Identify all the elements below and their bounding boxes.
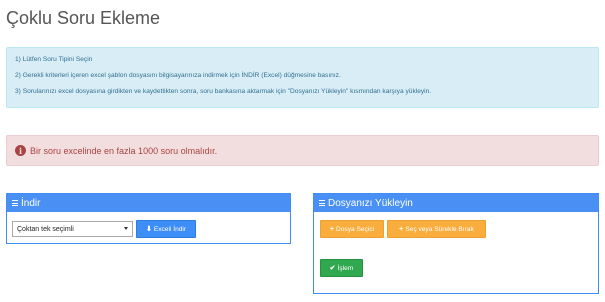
download-excel-label: Exceli İndir [153, 225, 187, 233]
menu-icon [319, 199, 325, 208]
instruction-line-1: 1) Lütfen Soru Tipini Seçin [15, 56, 93, 63]
upload-panel-heading: Dosyanızı Yükleyin [314, 194, 598, 212]
file-chooser-label: Dosya Seçici [335, 225, 375, 233]
plus-icon: + [329, 225, 334, 233]
upload-panel: Dosyanızı Yükleyin + Dosya Seçici + Seç … [313, 193, 599, 294]
instruction-line-3: 3) Sorularınızı excel dosyasına girdikte… [15, 88, 432, 95]
menu-icon [12, 199, 18, 208]
page-title: Çoklu Soru Ekleme [6, 8, 161, 28]
check-icon: ✔ [329, 265, 336, 272]
download-panel: İndir Çoktan tek seçimli ⬇ Exceli İndir [6, 193, 291, 244]
download-icon: ⬇ [145, 226, 152, 233]
drag-drop-label: Seç veya Sürekle Bırak [405, 225, 474, 233]
caret-down-icon [124, 227, 128, 230]
instructions-box: 1) Lütfen Soru Tipini Seçin 2) Gerekli k… [6, 47, 599, 108]
process-label: İşlem [337, 264, 354, 272]
drag-drop-button[interactable]: + Seç veya Sürekle Bırak [387, 220, 486, 238]
download-panel-title: İndir [21, 197, 41, 209]
alert-box: i Bir soru excelinde en fazla 1000 soru … [6, 135, 599, 166]
question-type-value: Çoktan tek seçimli [17, 225, 74, 233]
plus-icon: + [399, 225, 404, 233]
instruction-line-2: 2) Gerekli kriterleri içeren excel şablo… [15, 72, 341, 79]
download-panel-heading: İndir [7, 194, 290, 212]
info-circle-icon: i [15, 145, 26, 156]
upload-panel-title: Dosyanızı Yükleyin [328, 197, 413, 209]
download-excel-button[interactable]: ⬇ Exceli İndir [136, 220, 196, 238]
process-button[interactable]: ✔ İşlem [320, 259, 363, 277]
question-type-select[interactable]: Çoktan tek seçimli [12, 221, 133, 237]
alert-text: Bir soru excelinde en fazla 1000 soru ol… [30, 145, 218, 156]
file-chooser-button[interactable]: + Dosya Seçici [320, 220, 384, 238]
